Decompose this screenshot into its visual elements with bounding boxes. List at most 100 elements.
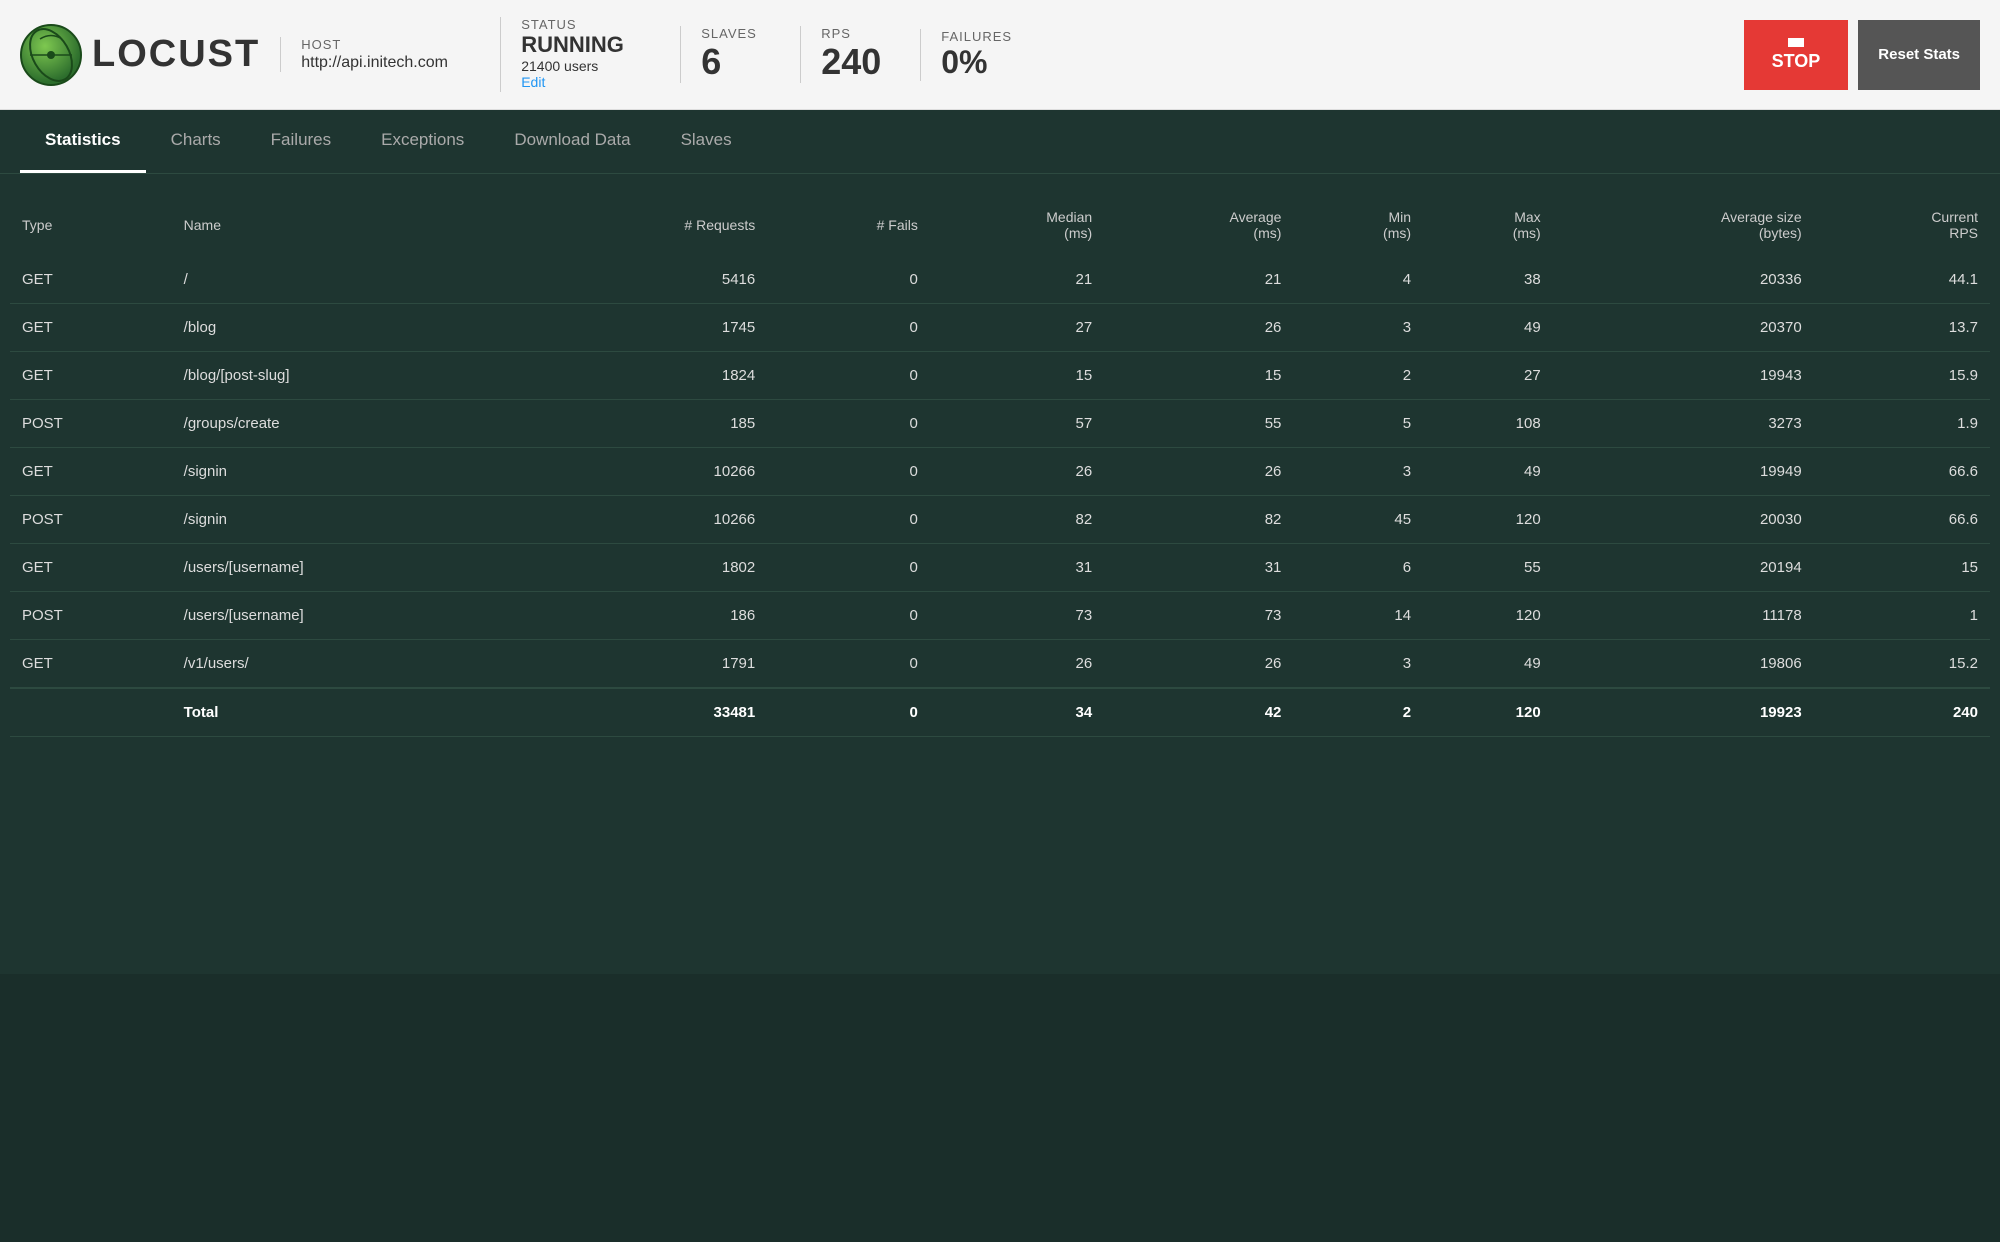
cell-avg-size: 19943: [1553, 352, 1814, 400]
cell-requests: 1824: [531, 352, 767, 400]
cell-name: /users/[username]: [172, 544, 531, 592]
col-average: Average(ms): [1104, 194, 1293, 256]
logo-text: LOCUST: [92, 33, 260, 76]
cell-requests: 5416: [531, 256, 767, 304]
cell-name: /blog: [172, 304, 531, 352]
cell-average: 82: [1104, 496, 1293, 544]
tab-slaves[interactable]: Slaves: [656, 110, 757, 173]
total-label: Total: [172, 688, 531, 737]
cell-fails: 0: [767, 352, 930, 400]
cell-fails: 0: [767, 592, 930, 640]
tab-download-data[interactable]: Download Data: [489, 110, 655, 173]
cell-fails: 0: [767, 256, 930, 304]
cell-type: GET: [10, 640, 172, 689]
host-label: HOST: [301, 37, 480, 52]
table-header-row: Type Name # Requests # Fails Median(ms) …: [10, 194, 1990, 256]
cell-average: 15: [1104, 352, 1293, 400]
col-fails: # Fails: [767, 194, 930, 256]
tab-failures[interactable]: Failures: [246, 110, 356, 173]
total-min: 2: [1293, 688, 1423, 737]
cell-median: 31: [930, 544, 1104, 592]
cell-min: 45: [1293, 496, 1423, 544]
cell-rps: 15.9: [1814, 352, 1990, 400]
status-edit-link[interactable]: Edit: [521, 74, 545, 90]
header-buttons: STOP Reset Stats: [1744, 20, 1980, 90]
cell-type: POST: [10, 496, 172, 544]
status-label: STATUS: [521, 17, 660, 32]
cell-min: 2: [1293, 352, 1423, 400]
cell-rps: 1.9: [1814, 400, 1990, 448]
cell-rps: 66.6: [1814, 496, 1990, 544]
cell-requests: 1745: [531, 304, 767, 352]
cell-max: 49: [1423, 640, 1553, 689]
cell-rps: 15.2: [1814, 640, 1990, 689]
failures-label: FAILURES: [941, 29, 1020, 44]
tab-statistics[interactable]: Statistics: [20, 110, 146, 173]
status-section: STATUS RUNNING 21400 users Edit: [500, 17, 660, 92]
table-row: GET /v1/users/ 1791 0 26 26 3 49 19806 1…: [10, 640, 1990, 689]
cell-min: 3: [1293, 448, 1423, 496]
cell-avg-size: 20336: [1553, 256, 1814, 304]
cell-name: /groups/create: [172, 400, 531, 448]
cell-avg-size: 11178: [1553, 592, 1814, 640]
cell-rps: 1: [1814, 592, 1990, 640]
cell-name: /signin: [172, 496, 531, 544]
cell-fails: 0: [767, 496, 930, 544]
rps-section: RPS 240: [800, 26, 900, 83]
slaves-label: SLAVES: [701, 26, 780, 41]
tab-exceptions[interactable]: Exceptions: [356, 110, 489, 173]
cell-min: 3: [1293, 640, 1423, 689]
cell-rps: 44.1: [1814, 256, 1990, 304]
cell-average: 26: [1104, 448, 1293, 496]
total-avg-size: 19923: [1553, 688, 1814, 737]
cell-requests: 1802: [531, 544, 767, 592]
cell-average: 26: [1104, 640, 1293, 689]
cell-max: 120: [1423, 496, 1553, 544]
cell-type: GET: [10, 304, 172, 352]
tab-charts[interactable]: Charts: [146, 110, 246, 173]
cell-type: GET: [10, 256, 172, 304]
table-row: GET /signin 10266 0 26 26 3 49 19949 66.…: [10, 448, 1990, 496]
cell-average: 26: [1104, 304, 1293, 352]
cell-average: 21: [1104, 256, 1293, 304]
failures-section: FAILURES 0%: [920, 29, 1020, 81]
cell-min: 14: [1293, 592, 1423, 640]
cell-median: 57: [930, 400, 1104, 448]
status-running: RUNNING: [521, 32, 660, 58]
host-section: HOST http://api.initech.com: [280, 37, 480, 72]
cell-type: GET: [10, 544, 172, 592]
cell-average: 55: [1104, 400, 1293, 448]
table-row: GET /blog 1745 0 27 26 3 49 20370 13.7: [10, 304, 1990, 352]
reset-stats-button[interactable]: Reset Stats: [1858, 20, 1980, 90]
col-current-rps: CurrentRPS: [1814, 194, 1990, 256]
table-container: Type Name # Requests # Fails Median(ms) …: [0, 174, 2000, 974]
cell-median: 27: [930, 304, 1104, 352]
cell-name: /v1/users/: [172, 640, 531, 689]
cell-avg-size: 20030: [1553, 496, 1814, 544]
host-value: http://api.initech.com: [301, 54, 480, 72]
stop-button[interactable]: STOP: [1744, 20, 1849, 90]
cell-type: GET: [10, 448, 172, 496]
cell-max: 120: [1423, 592, 1553, 640]
col-min: Min(ms): [1293, 194, 1423, 256]
cell-median: 21: [930, 256, 1104, 304]
statistics-table: Type Name # Requests # Fails Median(ms) …: [10, 194, 1990, 737]
total-median: 34: [930, 688, 1104, 737]
cell-max: 49: [1423, 304, 1553, 352]
table-row: POST /signin 10266 0 82 82 45 120 20030 …: [10, 496, 1990, 544]
col-requests: # Requests: [531, 194, 767, 256]
cell-name: /signin: [172, 448, 531, 496]
cell-rps: 13.7: [1814, 304, 1990, 352]
cell-fails: 0: [767, 640, 930, 689]
table-row: POST /groups/create 185 0 57 55 5 108 32…: [10, 400, 1990, 448]
status-users: 21400 users: [521, 58, 660, 74]
cell-max: 55: [1423, 544, 1553, 592]
cell-requests: 10266: [531, 448, 767, 496]
table-row: GET / 5416 0 21 21 4 38 20336 44.1: [10, 256, 1990, 304]
cell-fails: 0: [767, 448, 930, 496]
cell-requests: 10266: [531, 496, 767, 544]
cell-fails: 0: [767, 544, 930, 592]
cell-requests: 185: [531, 400, 767, 448]
cell-requests: 1791: [531, 640, 767, 689]
cell-name: /users/[username]: [172, 592, 531, 640]
